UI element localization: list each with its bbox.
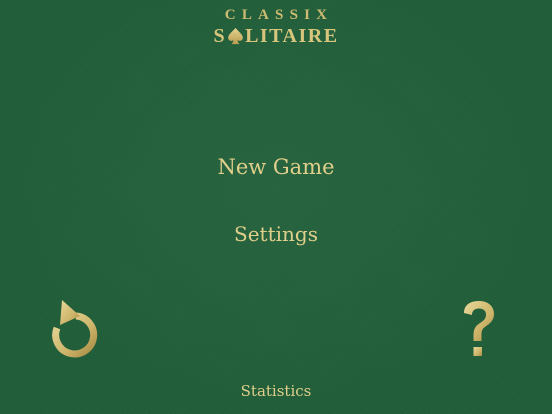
settings-button[interactable]: Settings	[0, 222, 552, 246]
logo-solitaire-suffix: LITAIRE	[245, 25, 339, 47]
spade-icon	[228, 27, 243, 45]
undo-button[interactable]	[46, 297, 100, 359]
settings-label: Settings	[234, 222, 318, 246]
statistics-label: Statistics	[240, 382, 312, 400]
new-game-button[interactable]: New Game	[0, 155, 552, 179]
game-logo: CLASSIX S LITAIRE	[0, 6, 552, 47]
logo-solitaire-text: S LITAIRE	[213, 25, 338, 47]
undo-arrow-icon	[52, 300, 98, 358]
help-button[interactable]	[458, 298, 500, 362]
logo-classix-text: CLASSIX	[224, 7, 334, 23]
logo-solitaire-prefix: S	[213, 25, 227, 47]
question-mark-icon	[464, 301, 494, 356]
new-game-label: New Game	[217, 155, 335, 179]
statistics-button[interactable]: Statistics	[0, 382, 552, 400]
